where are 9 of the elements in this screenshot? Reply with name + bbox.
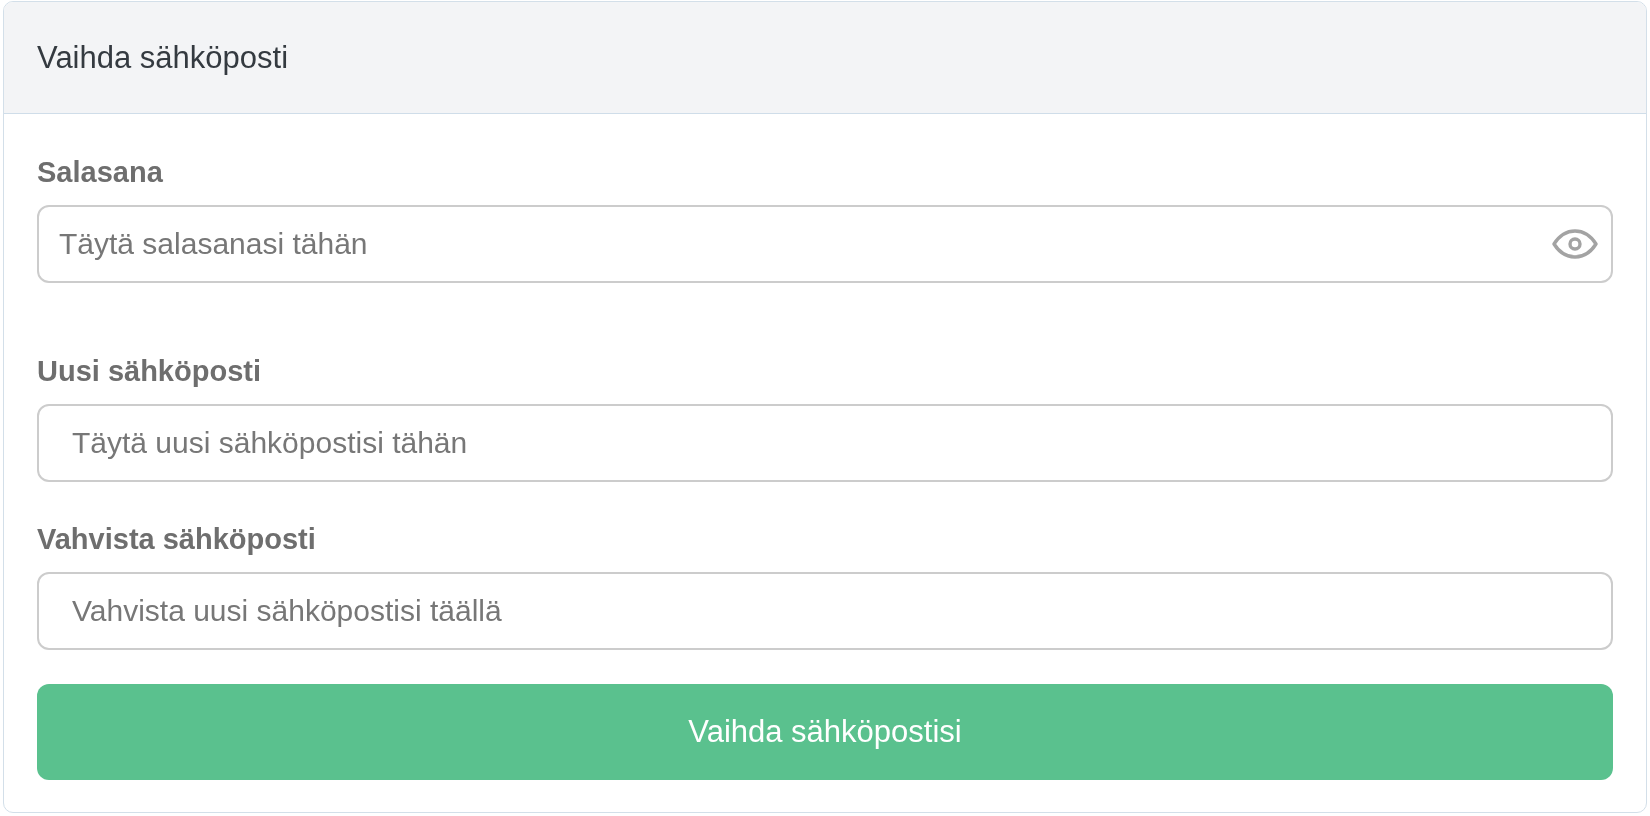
password-field[interactable]: Täytä salasanasi tähän <box>37 205 1613 283</box>
email-field[interactable]: Vahvista uusi sähköpostisi täällä <box>37 572 1613 650</box>
field-label: Vahvista sähköposti <box>37 522 316 557</box>
field-label: Uusi sähköposti <box>37 354 261 389</box>
submit-button[interactable]: Vaihda sähköpostisi <box>37 684 1613 780</box>
email-field[interactable]: Täytä uusi sähköpostisi tähän <box>37 404 1613 482</box>
eye-icon[interactable] <box>1551 228 1599 260</box>
field-label: Salasana <box>37 155 163 190</box>
card-title: Vaihda sähköposti <box>37 38 289 77</box>
